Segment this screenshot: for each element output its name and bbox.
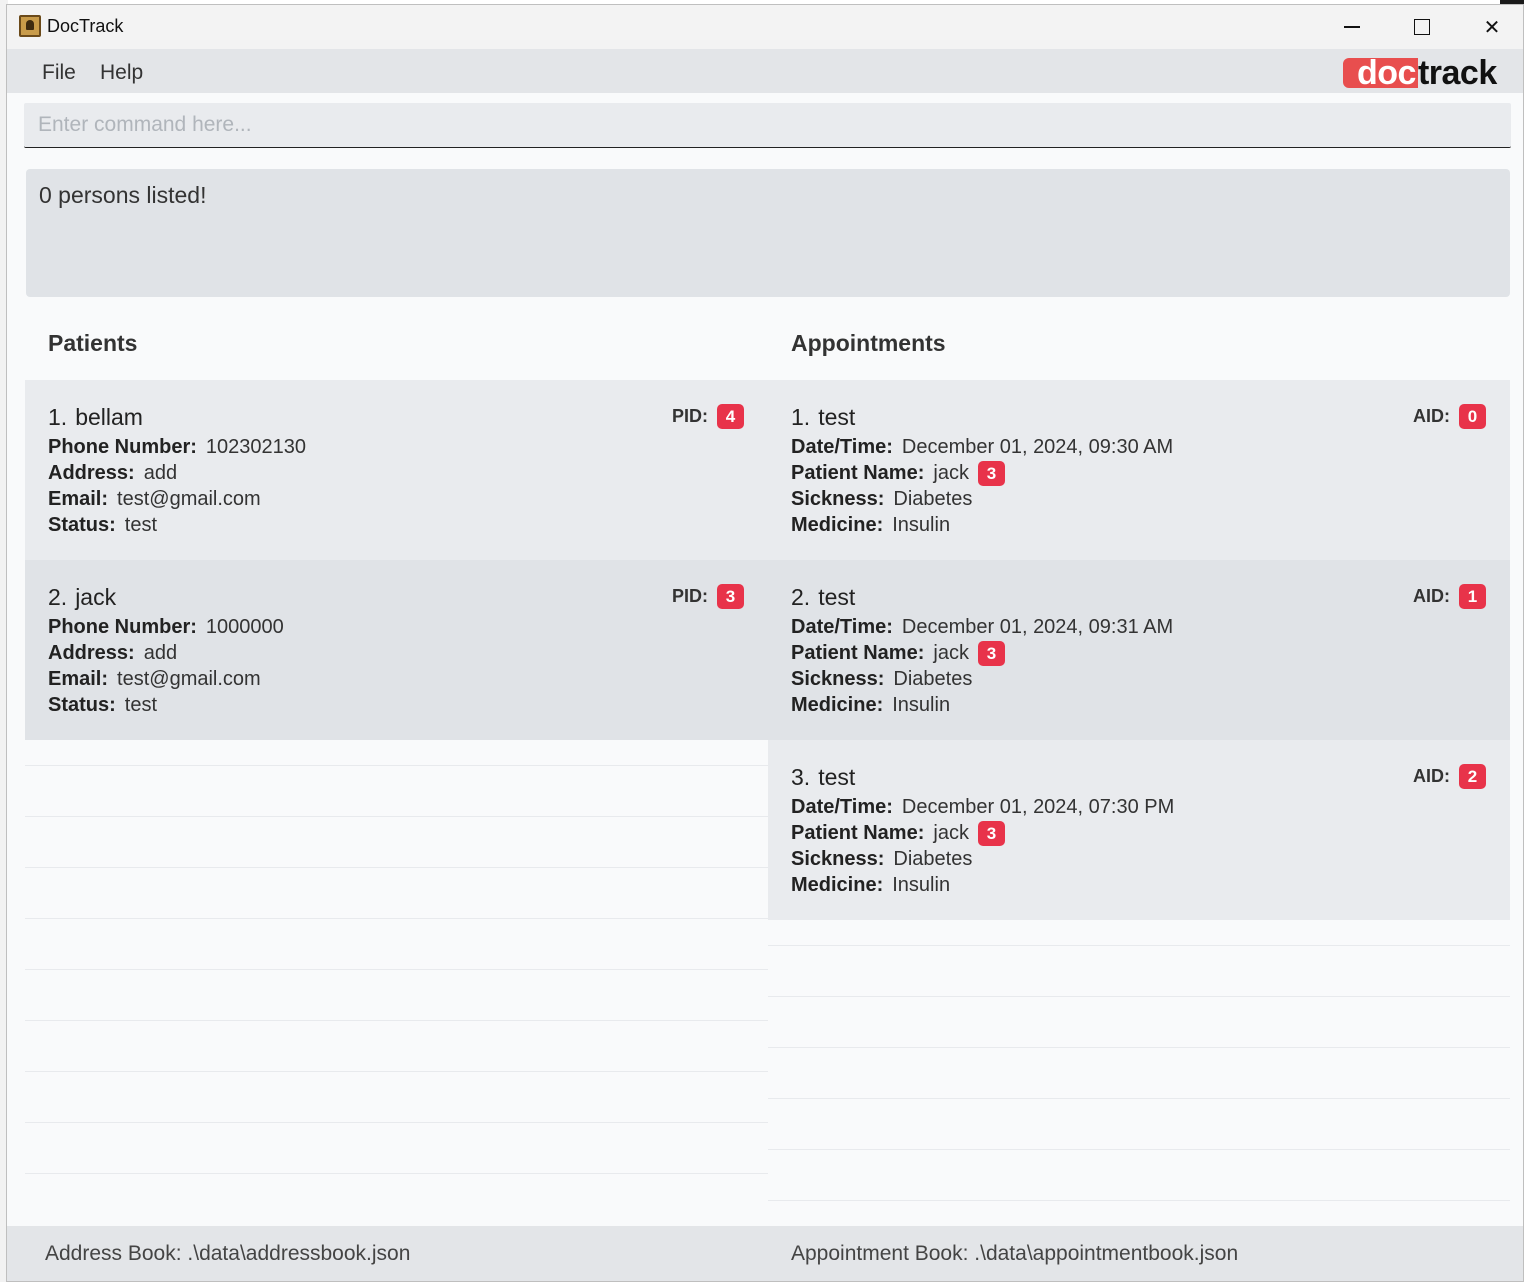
doctrack-logo: doctrack [1343,53,1497,93]
result-display: 0 persons listed! [26,169,1510,297]
patient-phone: Phone Number: 102302130 [48,436,307,458]
address-book-path: Address Book: .\data\addressbook.json [45,1242,411,1265]
appointment-medicine: Medicine: Insulin [791,694,951,716]
empty-row [768,920,1510,946]
patient-address: Address: add [48,642,178,664]
patients-heading: Patients [48,330,138,356]
appointment-sickness: Sickness: Diabetes [791,668,973,690]
command-input[interactable]: Enter command here... [24,103,1511,148]
result-text: 0 persons listed! [39,182,207,208]
appointment-title: 3. test [791,764,856,790]
aid-badge: 0 [1459,404,1486,429]
logo-track-text: track [1417,54,1497,93]
aid-badge: 2 [1459,764,1486,789]
appointment-medicine: Medicine: Insulin [791,874,951,896]
appointment-sickness: Sickness: Diabetes [791,848,973,870]
appointment-medicine: Medicine: Insulin [791,514,951,536]
status-bar: Address Book: .\data\addressbook.json Ap… [7,1226,1523,1281]
title-bar: DocTrack ✕ [7,5,1523,49]
empty-row [768,946,1510,997]
patient-name: 1. bellam [48,404,143,430]
menu-bar: File Help doctrack [7,49,1523,93]
patient-empty-rows [25,740,768,1174]
patient-status: Status: test [48,514,158,536]
patient-card[interactable]: 1. bellam PID: 4 Phone Number: 102302130 Ad… [25,380,768,560]
appointment-patient: Patient Name: jack 3 [791,460,1487,487]
empty-row [768,997,1510,1048]
patient-status: Status: test [48,694,158,716]
appointment-title: 1. test [791,404,856,430]
appointment-id: AID: 2 [1413,764,1486,789]
window-title: DocTrack [47,16,124,36]
appointment-card[interactable]: 2. test AID: 1 Date/Time: December 01, 2024… [768,560,1510,740]
minimize-button[interactable] [1317,5,1387,49]
appointment-patient: Patient Name: jack 3 [791,640,1487,667]
pid-badge: 4 [717,404,744,429]
appointment-patient: Patient Name: jack 3 [791,820,1487,847]
appointment-title: 2. test [791,584,856,610]
aid-badge: 1 [1459,584,1486,609]
empty-row [768,1048,1510,1099]
menu-help[interactable]: Help [100,61,143,85]
appointment-card[interactable]: 1. test AID: 0 Date/Time: December 01, 2024… [768,380,1510,560]
empty-row [25,970,768,1021]
menu-file[interactable]: File [42,61,76,85]
patient-address: Address: add [48,462,178,484]
patient-id-badge: 3 [977,821,1005,847]
patient-id-badge: 3 [977,461,1005,487]
appointment-card[interactable]: 3. test AID: 2 Date/Time: December 01, 2024… [768,740,1510,920]
minimize-icon [1344,26,1360,28]
appointment-sickness: Sickness: Diabetes [791,488,973,510]
appointments-heading: Appointments [791,330,946,356]
patient-id: PID: 3 [672,584,744,609]
appointment-datetime: Date/Time: December 01, 2024, 09:31 AM [791,616,1174,638]
empty-row [25,919,768,970]
empty-row [25,868,768,919]
empty-row [25,766,768,817]
empty-row [25,1072,768,1123]
appointment-datetime: Date/Time: December 01, 2024, 09:30 AM [791,436,1174,458]
patient-phone: Phone Number: 1000000 [48,616,284,638]
maximize-icon [1414,19,1430,35]
empty-row [25,817,768,868]
app-window: DocTrack ✕ File Help doctrack Enter comm… [6,4,1524,1282]
appointment-book-path: Appointment Book: .\data\appointmentbook… [791,1242,1239,1265]
empty-row [25,1123,768,1174]
patient-id: PID: 4 [672,404,744,429]
patient-list[interactable]: 1. bellam PID: 4 Phone Number: 102302130 Ad… [25,380,768,1174]
appointment-datetime: Date/Time: December 01, 2024, 07:30 PM [791,796,1175,818]
pid-badge: 3 [717,584,744,609]
appointment-id: AID: 0 [1413,404,1486,429]
empty-row [768,1099,1510,1150]
appointment-empty-rows [768,920,1510,1201]
empty-row [25,1021,768,1072]
appointment-list[interactable]: 1. test AID: 0 Date/Time: December 01, 2024… [768,380,1510,1201]
patient-email: Email: test@gmail.com [48,668,261,690]
empty-row [25,740,768,766]
patient-email: Email: test@gmail.com [48,488,261,510]
app-contact-icon [19,15,41,37]
patient-card[interactable]: 2. jack PID: 3 Phone Number: 1000000 Addres… [25,560,768,740]
appointment-id: AID: 1 [1413,584,1486,609]
patient-name: 2. jack [48,584,117,610]
close-icon: ✕ [1483,16,1501,39]
maximize-button[interactable] [1387,5,1457,49]
close-button[interactable]: ✕ [1457,5,1523,49]
patient-id-badge: 3 [977,641,1005,667]
empty-row [768,1150,1510,1201]
logo-doc-text: doc [1343,56,1418,90]
